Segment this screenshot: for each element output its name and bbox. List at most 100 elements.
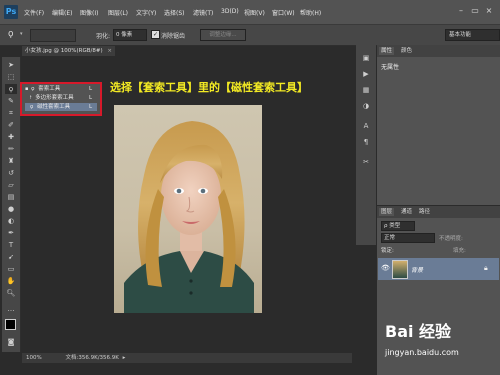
menu-filter[interactable]: 滤镜(T) bbox=[193, 8, 213, 17]
chevron-down-icon[interactable]: ▾ bbox=[20, 31, 23, 37]
flyout-item-shortcut: L bbox=[89, 86, 93, 92]
flyout-item-label: 多边形套索工具 bbox=[35, 95, 74, 101]
baidu-jingyan-logo: Bai 经验 bbox=[385, 322, 452, 341]
photo-illustration bbox=[124, 121, 254, 313]
magnetic-lasso-icon: ϙ bbox=[30, 104, 34, 110]
history-brush-tool-icon[interactable]: ↺ bbox=[5, 168, 17, 178]
feather-label: 羽化: bbox=[96, 33, 111, 40]
layer-name[interactable]: 背景 bbox=[411, 265, 423, 274]
menu-layer[interactable]: 图层(L) bbox=[108, 8, 128, 17]
lock-label: 锁定: bbox=[381, 248, 394, 254]
selection-mode-group[interactable] bbox=[30, 29, 76, 42]
photoshop-logo: Ps bbox=[4, 5, 18, 19]
menu-bar: Ps 文件(F) 编辑(E) 图像(I) 图层(L) 文字(Y) 选择(S) 滤… bbox=[0, 0, 500, 25]
menu-file[interactable]: 文件(F) bbox=[24, 8, 44, 17]
zoom-tool-icon[interactable]: 🔍︎ bbox=[5, 288, 17, 298]
quick-select-tool-icon[interactable]: ✎ bbox=[5, 96, 17, 106]
flyout-item-polygonal-lasso[interactable]: ⟊ 多边形套索工具 L bbox=[25, 94, 97, 102]
status-bar: 100% 文档:356.9K/356.9K ▸ bbox=[22, 353, 352, 363]
menu-select[interactable]: 选择(S) bbox=[164, 8, 185, 17]
document-tab-title: 小女孩.jpg @ 100%(RGB/8#) bbox=[25, 48, 103, 54]
flyout-item-label: 磁性套索工具 bbox=[37, 104, 71, 110]
antialias-checkbox[interactable]: ✓ bbox=[151, 30, 160, 39]
paragraph-panel-icon[interactable]: ¶ bbox=[360, 137, 372, 147]
flyout-item-lasso[interactable]: ▪ ϙ 套索工具 L bbox=[25, 85, 97, 93]
clone-stamp-tool-icon[interactable]: ♜ bbox=[5, 156, 17, 166]
girl-photo[interactable] bbox=[114, 105, 262, 313]
close-button[interactable]: × bbox=[484, 6, 494, 16]
edit-toolbar-icon[interactable]: … bbox=[5, 304, 17, 314]
document-info[interactable]: 文档:356.9K/356.9K bbox=[65, 355, 118, 361]
tool-presets-icon[interactable]: ✂ bbox=[360, 157, 372, 167]
character-panel-icon[interactable]: A bbox=[360, 121, 372, 131]
quick-mask-icon[interactable]: ◙ bbox=[5, 337, 17, 347]
document-tab[interactable]: 小女孩.jpg @ 100%(RGB/8#) × bbox=[22, 46, 115, 56]
blur-tool-icon[interactable]: ● bbox=[5, 204, 17, 214]
close-tab-icon[interactable]: × bbox=[107, 48, 112, 54]
flyout-item-shortcut: L bbox=[89, 104, 93, 110]
menu-help[interactable]: 帮助(H) bbox=[300, 8, 321, 17]
flyout-item-label: 套索工具 bbox=[38, 86, 61, 92]
flyout-item-shortcut: L bbox=[89, 95, 93, 101]
brush-tool-icon[interactable]: ✏ bbox=[5, 144, 17, 154]
polygonal-lasso-icon: ⟊ bbox=[30, 95, 32, 101]
path-select-tool-icon[interactable]: ➹ bbox=[5, 252, 17, 262]
menu-view[interactable]: 视图(V) bbox=[244, 8, 265, 17]
tab-layers[interactable]: 图层 bbox=[379, 208, 395, 216]
gradient-tool-icon[interactable]: ▤ bbox=[5, 192, 17, 202]
foreground-color-swatch[interactable] bbox=[5, 319, 16, 330]
marquee-tool-icon[interactable]: ⬚ bbox=[5, 72, 17, 82]
layer-row-background[interactable]: 👁︎ 背景 🔒︎ bbox=[378, 258, 499, 280]
menu-image[interactable]: 图像(I) bbox=[80, 8, 98, 17]
tools-panel: ➤ ⬚ ϙ ✎ ⌗ ✐ ✚ ✏ ♜ ↺ ▱ ▤ ● ◐ ✒ T ➹ ▭ ✋ 🔍︎… bbox=[2, 57, 21, 352]
restore-button[interactable]: ▭ bbox=[470, 6, 480, 16]
pen-tool-icon[interactable]: ✒ bbox=[5, 228, 17, 238]
healing-brush-tool-icon[interactable]: ✚ bbox=[5, 132, 17, 142]
eraser-tool-icon[interactable]: ▱ bbox=[5, 180, 17, 190]
shape-tool-icon[interactable]: ▭ bbox=[5, 264, 17, 274]
history-panel-icon[interactable]: ▣ bbox=[360, 53, 372, 63]
menu-3d[interactable]: 3D(D) bbox=[221, 8, 239, 15]
layer-thumbnail bbox=[392, 260, 408, 279]
fill-label: 填充: bbox=[453, 248, 466, 254]
tab-channels[interactable]: 通道 bbox=[399, 208, 414, 216]
lasso-preset-icon[interactable]: ϙ bbox=[8, 29, 14, 39]
adjustments-panel-icon[interactable]: ◑ bbox=[360, 101, 372, 111]
eye-icon[interactable]: 👁︎ bbox=[381, 264, 390, 272]
lasso-tool-icon[interactable]: ϙ bbox=[5, 84, 17, 94]
options-bar: ϙ ▾ 羽化: 0 像素 ✓ 消除锯齿 调整边缘... 基本功能 bbox=[0, 25, 500, 46]
flyout-item-magnetic-lasso[interactable]: ϙ 磁性套索工具 L bbox=[25, 103, 97, 111]
tab-paths[interactable]: 路径 bbox=[417, 208, 432, 216]
menu-edit[interactable]: 编辑(E) bbox=[52, 8, 72, 17]
properties-panel: 属性 颜色 无属性 bbox=[377, 45, 500, 205]
crop-tool-icon[interactable]: ⌗ bbox=[5, 108, 17, 118]
zoom-level[interactable]: 100% bbox=[26, 355, 42, 361]
collapsed-panel-strip: ▣ ▶ ▦ ◑ A ¶ ✂ bbox=[356, 45, 376, 245]
swatches-panel-icon[interactable]: ▦ bbox=[360, 85, 372, 95]
layer-filter-select[interactable]: ρ 类型 bbox=[381, 221, 415, 231]
feather-input[interactable]: 0 像素 bbox=[113, 29, 147, 41]
blend-mode-select[interactable]: 正常 bbox=[381, 233, 435, 243]
menu-type[interactable]: 文字(Y) bbox=[136, 8, 156, 17]
tab-color[interactable]: 颜色 bbox=[399, 47, 414, 55]
eyedropper-tool-icon[interactable]: ✐ bbox=[5, 120, 17, 130]
watermark-url: jingyan.baidu.com bbox=[385, 348, 459, 357]
hand-tool-icon[interactable]: ✋ bbox=[5, 276, 17, 286]
tab-properties[interactable]: 属性 bbox=[379, 47, 395, 55]
opacity-label: 不透明度: bbox=[439, 236, 463, 242]
instruction-caption: 选择【套索工具】里的【磁性套索工具】 bbox=[110, 81, 308, 94]
lasso-tool-flyout: ▪ ϙ 套索工具 L ⟊ 多边形套索工具 L ϙ 磁性套索工具 L bbox=[20, 82, 102, 116]
actions-panel-icon[interactable]: ▶ bbox=[360, 69, 372, 79]
lasso-icon: ϙ bbox=[31, 86, 35, 92]
workspace-select[interactable]: 基本功能 bbox=[445, 29, 500, 41]
refine-edge-button[interactable]: 调整边缘... bbox=[200, 29, 246, 41]
type-tool-icon[interactable]: T bbox=[5, 240, 17, 250]
dodge-tool-icon[interactable]: ◐ bbox=[5, 216, 17, 226]
minimize-button[interactable]: – bbox=[456, 6, 466, 16]
no-properties-text: 无属性 bbox=[381, 64, 400, 71]
chevron-right-icon[interactable]: ▸ bbox=[123, 355, 126, 361]
move-tool-icon[interactable]: ➤ bbox=[5, 60, 17, 70]
menu-window[interactable]: 窗口(W) bbox=[272, 8, 295, 17]
antialias-label: 消除锯齿 bbox=[161, 33, 186, 40]
lock-icon: 🔒︎ bbox=[484, 264, 488, 272]
